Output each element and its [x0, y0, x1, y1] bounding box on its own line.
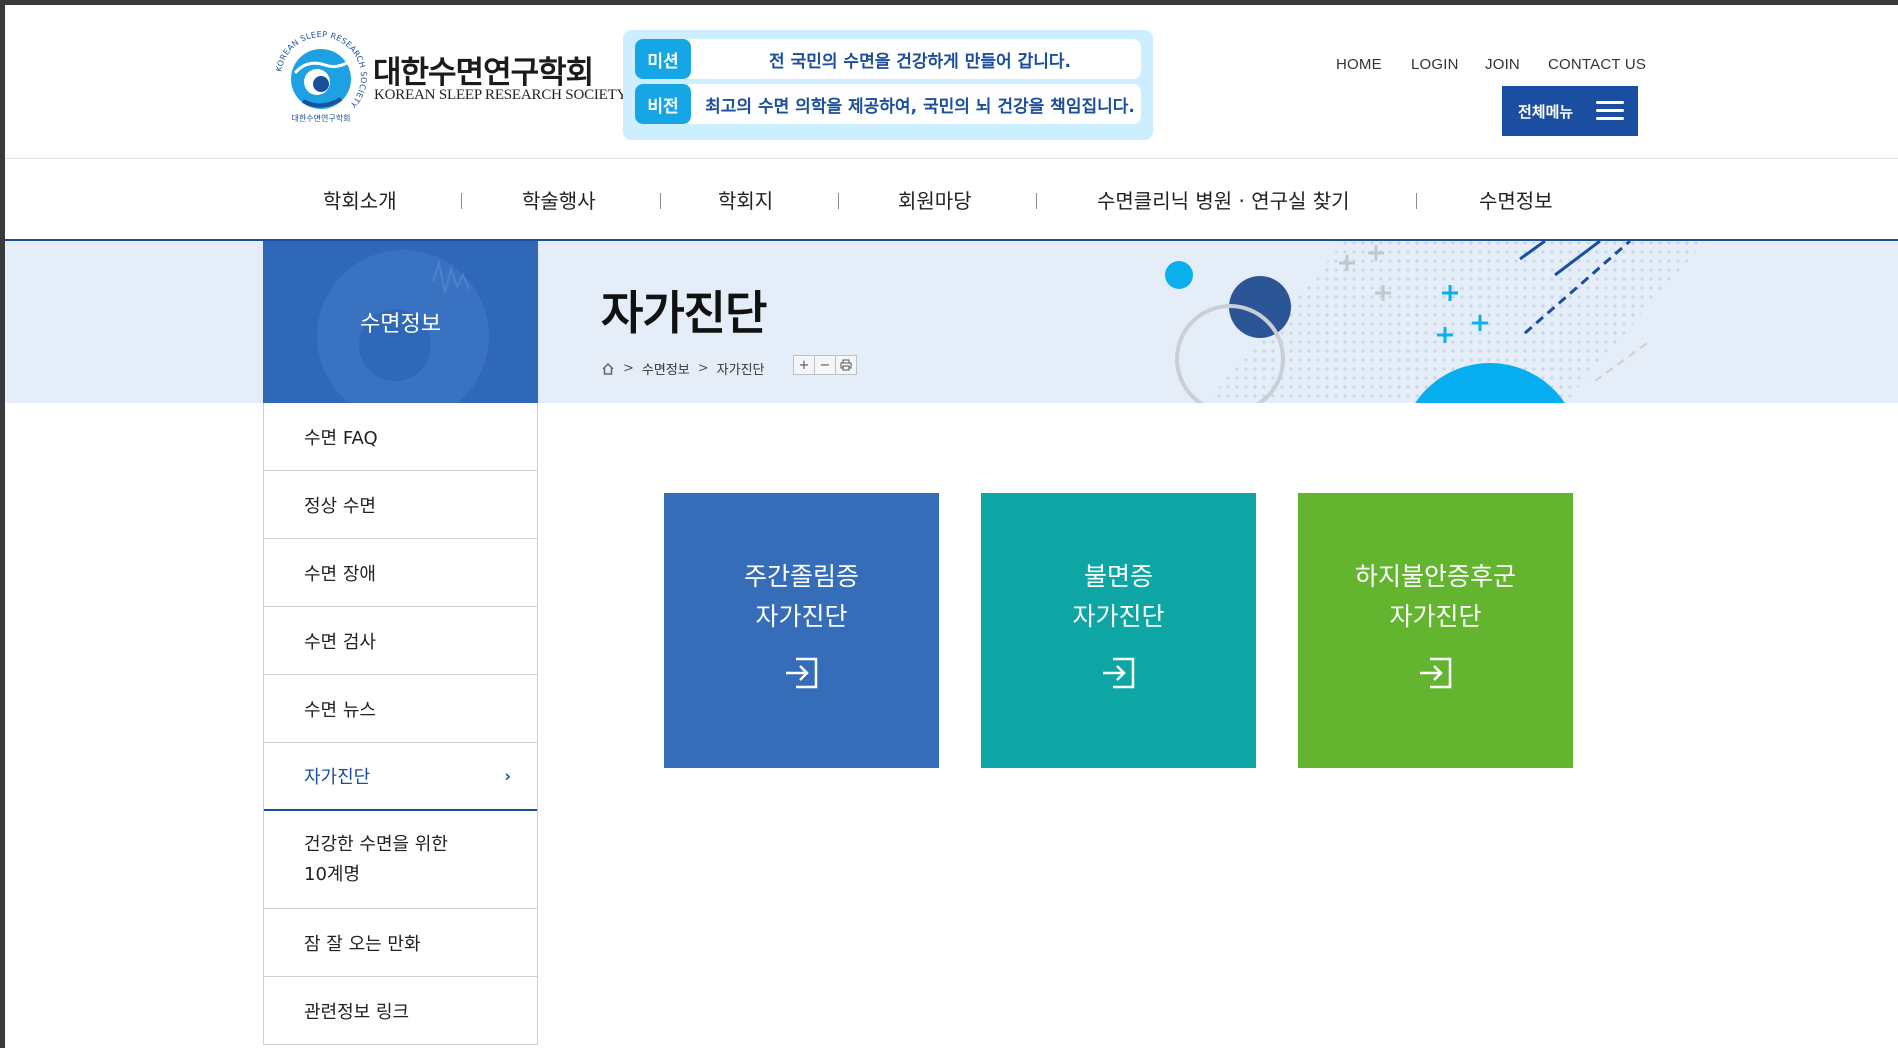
section-title-panel: 수면정보: [263, 241, 538, 403]
emblem-ko-text: 대한수면연구학회: [292, 113, 351, 123]
vision-text: 최고의 수면 의학을 제공하여, 국민의 뇌 건강을 책임집니다.: [705, 96, 1135, 117]
gnb-divider: [660, 193, 661, 209]
lnb-item-label: 자가진단: [304, 767, 371, 788]
lnb-item-sleep-disorders[interactable]: 수면 장애: [264, 539, 537, 607]
util-home-link[interactable]: HOME: [1336, 56, 1382, 73]
breadcrumb: > 수면정보 > 자가진단: [601, 359, 765, 378]
chevron-right-icon: ›: [504, 766, 511, 786]
util-contact-link[interactable]: CONTACT US: [1548, 56, 1646, 73]
logo-name-english: KOREAN SLEEP RESEARCH SOCIETY: [374, 87, 628, 103]
breadcrumb-separator: >: [697, 361, 709, 376]
lnb-item-related-links[interactable]: 관련정보 링크: [264, 977, 537, 1045]
card-insomnia[interactable]: 불면증 자가진단: [981, 493, 1256, 768]
vision-row: 비전 최고의 수면 의학을 제공하여, 국민의 뇌 건강을 책임집니다.: [635, 84, 1141, 124]
site-logo[interactable]: KOREAN SLEEP RESEARCH SOCIETY 대한수면연구학회 대…: [273, 29, 627, 127]
card-label: 불면증 자가진단: [1072, 562, 1165, 631]
enter-icon: [1103, 657, 1135, 689]
enter-icon: [786, 657, 818, 689]
enter-icon: [1420, 657, 1452, 689]
gnb-item-about[interactable]: 학회소개: [323, 159, 397, 239]
print-icon: [840, 359, 852, 371]
all-menu-button[interactable]: 전체메뉴: [1502, 86, 1638, 136]
card-daytime-sleepiness[interactable]: 주간졸림증 자가진단: [664, 493, 939, 768]
mission-vision-banner: 미션 전 국민의 수면을 건강하게 만들어 갑니다. 비전 최고의 수면 의학을…: [623, 30, 1153, 140]
mission-tag: 미션: [635, 39, 691, 79]
print-button[interactable]: [835, 355, 857, 375]
all-menu-label: 전체메뉴: [1518, 102, 1574, 121]
util-join-link[interactable]: JOIN: [1485, 56, 1520, 73]
gnb-item-clinic-finder[interactable]: 수면클리닉 병원 · 연구실 찾기: [1097, 159, 1350, 239]
card-label: 하지불안증후군 자가진단: [1354, 562, 1516, 631]
zoom-out-button[interactable]: −: [814, 355, 836, 375]
lnb-item-sleep-news[interactable]: 수면 뉴스: [264, 675, 537, 743]
breadcrumb-item-current: 자가진단: [716, 363, 765, 378]
side-navigation: 수면 FAQ 정상 수면 수면 장애 수면 검사 수면 뉴스 자가진단 › 건강…: [263, 403, 538, 1045]
main-navigation: 학회소개 학술행사 학회지 회원마당 수면클리닉 병원 · 연구실 찾기 수면정…: [5, 159, 1898, 239]
zoom-in-button[interactable]: +: [793, 355, 815, 375]
gnb-divider: [461, 193, 462, 209]
mission-text: 전 국민의 수면을 건강하게 만들어 갑니다.: [769, 51, 1071, 72]
lnb-item-faq[interactable]: 수면 FAQ: [264, 403, 537, 471]
logo-name-korean: 대한수면연구학회: [373, 55, 594, 91]
gnb-item-members[interactable]: 회원마당: [898, 159, 972, 239]
lnb-item-self-diagnosis[interactable]: 자가진단 ›: [264, 743, 537, 811]
home-icon[interactable]: [601, 362, 615, 376]
lnb-item-sleep-tests[interactable]: 수면 검사: [264, 607, 537, 675]
gnb-item-journal[interactable]: 학회지: [718, 159, 773, 239]
page-tools: + −: [793, 355, 857, 375]
card-label: 주간졸림증 자가진단: [743, 562, 859, 631]
browser-page: KOREAN SLEEP RESEARCH SOCIETY 대한수면연구학회 대…: [5, 5, 1898, 1048]
page-title: 자가진단: [601, 286, 767, 340]
breadcrumb-separator: >: [623, 361, 634, 376]
gnb-item-sleep-info[interactable]: 수면정보: [1479, 159, 1553, 239]
card-restless-legs[interactable]: 하지불안증후군 자가진단: [1298, 493, 1573, 768]
hamburger-icon: [1596, 101, 1624, 121]
gnb-divider: [838, 193, 839, 209]
breadcrumb-item-sleep-info[interactable]: 수면정보: [642, 359, 690, 378]
decorative-graphic: [1165, 241, 1705, 403]
mission-row: 미션 전 국민의 수면을 건강하게 만들어 갑니다.: [635, 39, 1141, 79]
gnb-item-events[interactable]: 학술행사: [522, 159, 596, 239]
vision-tag: 비전: [635, 84, 691, 124]
gnb-divider: [1416, 193, 1417, 209]
gnb-divider: [1036, 193, 1037, 209]
lnb-item-ten-rules[interactable]: 건강한 수면을 위한 10계명: [264, 811, 537, 909]
society-emblem: KOREAN SLEEP RESEARCH SOCIETY 대한수면연구학회: [274, 30, 368, 123]
lnb-item-comics[interactable]: 잠 잘 오는 만화: [264, 909, 537, 977]
section-title: 수면정보: [360, 312, 441, 337]
util-login-link[interactable]: LOGIN: [1411, 56, 1459, 73]
lnb-item-normal-sleep[interactable]: 정상 수면: [264, 471, 537, 539]
